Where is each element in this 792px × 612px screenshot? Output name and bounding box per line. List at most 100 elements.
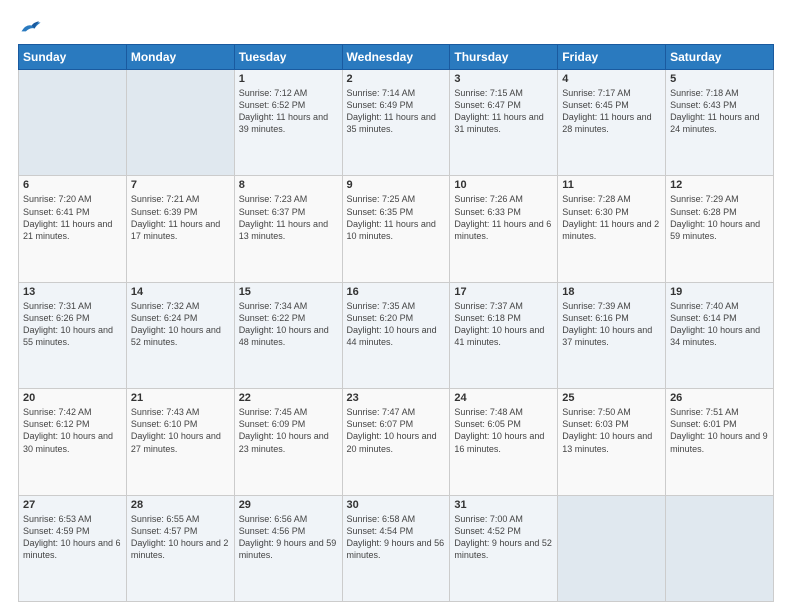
day-info: Sunrise: 7:14 AM Sunset: 6:49 PM Dayligh… — [347, 87, 446, 136]
calendar-cell: 8 Sunrise: 7:23 AM Sunset: 6:37 PM Daylig… — [234, 176, 342, 282]
logo — [18, 18, 42, 36]
day-number: 10 — [454, 179, 553, 191]
day-info: Sunrise: 7:28 AM Sunset: 6:30 PM Dayligh… — [562, 193, 661, 242]
calendar-cell: 14 Sunrise: 7:32 AM Sunset: 6:24 PM Dayli… — [126, 282, 234, 388]
day-info: Sunrise: 7:42 AM Sunset: 6:12 PM Dayligh… — [23, 406, 122, 455]
day-number: 20 — [23, 392, 122, 404]
day-info: Sunrise: 7:35 AM Sunset: 6:20 PM Dayligh… — [347, 300, 446, 349]
day-info: Sunrise: 7:25 AM Sunset: 6:35 PM Dayligh… — [347, 193, 446, 242]
calendar-cell: 30 Sunrise: 6:58 AM Sunset: 4:54 PM Dayli… — [342, 495, 450, 601]
logo-bird-icon — [20, 18, 42, 36]
day-info: Sunrise: 7:17 AM Sunset: 6:45 PM Dayligh… — [562, 87, 661, 136]
weekday-header-thursday: Thursday — [450, 45, 558, 70]
calendar-cell: 24 Sunrise: 7:48 AM Sunset: 6:05 PM Dayli… — [450, 389, 558, 495]
day-info: Sunrise: 7:48 AM Sunset: 6:05 PM Dayligh… — [454, 406, 553, 455]
calendar-cell: 25Sunrise: 7:50 AM Sunset: 6:03 PM Dayli… — [558, 389, 666, 495]
page: SundayMondayTuesdayWednesdayThursdayFrid… — [0, 0, 792, 612]
calendar-cell: 5 Sunrise: 7:18 AM Sunset: 6:43 PM Daylig… — [666, 70, 774, 176]
calendar-cell: 22 Sunrise: 7:45 AM Sunset: 6:09 PM Dayli… — [234, 389, 342, 495]
calendar-cell: 17 Sunrise: 7:37 AM Sunset: 6:18 PM Dayli… — [450, 282, 558, 388]
day-info: Sunrise: 7:18 AM Sunset: 6:43 PM Dayligh… — [670, 87, 769, 136]
day-number: 14 — [131, 286, 230, 298]
day-info: Sunrise: 7:51 AM Sunset: 6:01 PM Dayligh… — [670, 406, 769, 455]
calendar-cell: 12 Sunrise: 7:29 AM Sunset: 6:28 PM Dayli… — [666, 176, 774, 282]
weekday-header-tuesday: Tuesday — [234, 45, 342, 70]
calendar-cell: 18 Sunrise: 7:39 AM Sunset: 6:16 PM Dayli… — [558, 282, 666, 388]
calendar-cell — [666, 495, 774, 601]
day-info: Sunrise: 7:15 AM Sunset: 6:47 PM Dayligh… — [454, 87, 553, 136]
day-number: 1 — [239, 73, 338, 85]
calendar-cell: 4 Sunrise: 7:17 AM Sunset: 6:45 PM Daylig… — [558, 70, 666, 176]
day-info: Sunrise: 6:53 AM Sunset: 4:59 PM Dayligh… — [23, 513, 122, 562]
day-number: 28 — [131, 499, 230, 511]
calendar-cell: 23Sunrise: 7:47 AM Sunset: 6:07 PM Dayli… — [342, 389, 450, 495]
day-number: 22 — [239, 392, 338, 404]
calendar-cell — [19, 70, 127, 176]
calendar-cell: 26 Sunrise: 7:51 AM Sunset: 6:01 PM Dayli… — [666, 389, 774, 495]
calendar-week-2: 6Sunrise: 7:20 AM Sunset: 6:41 PM Daylig… — [19, 176, 774, 282]
day-info: Sunrise: 7:29 AM Sunset: 6:28 PM Dayligh… — [670, 193, 769, 242]
day-number: 23 — [347, 392, 446, 404]
header — [18, 18, 774, 36]
day-info: Sunrise: 7:21 AM Sunset: 6:39 PM Dayligh… — [131, 193, 230, 242]
weekday-header-sunday: Sunday — [19, 45, 127, 70]
day-number: 7 — [131, 179, 230, 191]
calendar-cell: 21Sunrise: 7:43 AM Sunset: 6:10 PM Dayli… — [126, 389, 234, 495]
day-number: 24 — [454, 392, 553, 404]
calendar-cell: 10Sunrise: 7:26 AM Sunset: 6:33 PM Dayli… — [450, 176, 558, 282]
day-info: Sunrise: 7:40 AM Sunset: 6:14 PM Dayligh… — [670, 300, 769, 349]
calendar-cell: 1Sunrise: 7:12 AM Sunset: 6:52 PM Daylig… — [234, 70, 342, 176]
day-number: 31 — [454, 499, 553, 511]
day-number: 18 — [562, 286, 661, 298]
day-number: 15 — [239, 286, 338, 298]
day-number: 2 — [347, 73, 446, 85]
day-number: 3 — [454, 73, 553, 85]
day-info: Sunrise: 7:00 AM Sunset: 4:52 PM Dayligh… — [454, 513, 553, 562]
day-number: 13 — [23, 286, 122, 298]
calendar-cell: 20 Sunrise: 7:42 AM Sunset: 6:12 PM Dayli… — [19, 389, 127, 495]
header-row: SundayMondayTuesdayWednesdayThursdayFrid… — [19, 45, 774, 70]
day-number: 8 — [239, 179, 338, 191]
calendar-cell: 15Sunrise: 7:34 AM Sunset: 6:22 PM Dayli… — [234, 282, 342, 388]
day-number: 4 — [562, 73, 661, 85]
day-number: 26 — [670, 392, 769, 404]
day-info: Sunrise: 6:58 AM Sunset: 4:54 PM Dayligh… — [347, 513, 446, 562]
day-number: 30 — [347, 499, 446, 511]
day-info: Sunrise: 7:32 AM Sunset: 6:24 PM Dayligh… — [131, 300, 230, 349]
calendar-week-4: 20 Sunrise: 7:42 AM Sunset: 6:12 PM Dayli… — [19, 389, 774, 495]
day-info: Sunrise: 7:31 AM Sunset: 6:26 PM Dayligh… — [23, 300, 122, 349]
calendar-cell: 28 Sunrise: 6:55 AM Sunset: 4:57 PM Dayli… — [126, 495, 234, 601]
day-number: 19 — [670, 286, 769, 298]
weekday-header-wednesday: Wednesday — [342, 45, 450, 70]
day-number: 6 — [23, 179, 122, 191]
day-number: 16 — [347, 286, 446, 298]
calendar-cell: 11 Sunrise: 7:28 AM Sunset: 6:30 PM Dayli… — [558, 176, 666, 282]
weekday-header-friday: Friday — [558, 45, 666, 70]
calendar-cell: 9 Sunrise: 7:25 AM Sunset: 6:35 PM Daylig… — [342, 176, 450, 282]
day-number: 27 — [23, 499, 122, 511]
day-info: Sunrise: 7:45 AM Sunset: 6:09 PM Dayligh… — [239, 406, 338, 455]
day-info: Sunrise: 6:55 AM Sunset: 4:57 PM Dayligh… — [131, 513, 230, 562]
calendar-cell: 6Sunrise: 7:20 AM Sunset: 6:41 PM Daylig… — [19, 176, 127, 282]
calendar-week-1: 1Sunrise: 7:12 AM Sunset: 6:52 PM Daylig… — [19, 70, 774, 176]
calendar-cell — [126, 70, 234, 176]
calendar-table: SundayMondayTuesdayWednesdayThursdayFrid… — [18, 44, 774, 602]
calendar-cell: 19 Sunrise: 7:40 AM Sunset: 6:14 PM Dayli… — [666, 282, 774, 388]
day-info: Sunrise: 7:37 AM Sunset: 6:18 PM Dayligh… — [454, 300, 553, 349]
weekday-header-saturday: Saturday — [666, 45, 774, 70]
day-number: 5 — [670, 73, 769, 85]
day-number: 17 — [454, 286, 553, 298]
day-number: 11 — [562, 179, 661, 191]
calendar-cell: 31 Sunrise: 7:00 AM Sunset: 4:52 PM Dayli… — [450, 495, 558, 601]
day-number: 12 — [670, 179, 769, 191]
day-number: 9 — [347, 179, 446, 191]
day-info: Sunrise: 7:50 AM Sunset: 6:03 PM Dayligh… — [562, 406, 661, 455]
logo-text — [18, 18, 42, 36]
day-info: Sunrise: 7:39 AM Sunset: 6:16 PM Dayligh… — [562, 300, 661, 349]
day-info: Sunrise: 7:23 AM Sunset: 6:37 PM Dayligh… — [239, 193, 338, 242]
calendar-cell: 2 Sunrise: 7:14 AM Sunset: 6:49 PM Daylig… — [342, 70, 450, 176]
calendar-cell — [558, 495, 666, 601]
day-info: Sunrise: 6:56 AM Sunset: 4:56 PM Dayligh… — [239, 513, 338, 562]
day-number: 29 — [239, 499, 338, 511]
calendar-week-3: 13 Sunrise: 7:31 AM Sunset: 6:26 PM Dayli… — [19, 282, 774, 388]
